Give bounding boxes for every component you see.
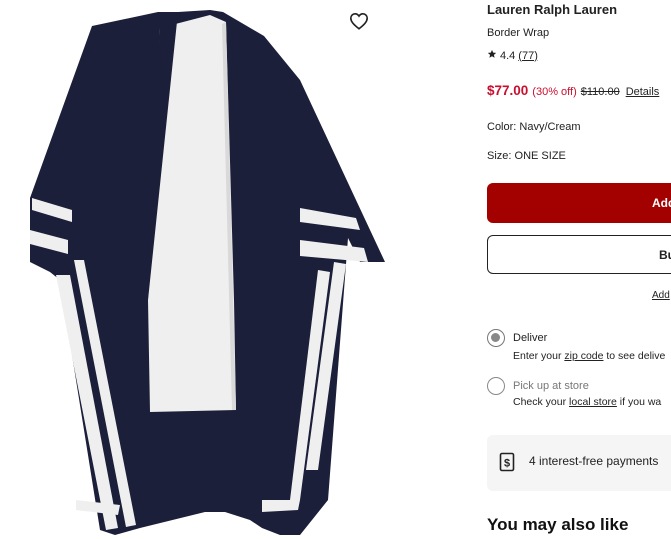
pickup-sub-prefix: Check your bbox=[513, 396, 570, 408]
heart-outline-icon bbox=[349, 12, 369, 30]
size-value: ONE SIZE bbox=[514, 150, 566, 162]
recommendations-heading: You may also like bbox=[487, 515, 629, 534]
size-attribute: Size: ONE SIZE bbox=[487, 150, 566, 162]
sale-price: $77.00 bbox=[487, 83, 529, 98]
add-to-bag-button[interactable]: Add bbox=[487, 183, 671, 223]
deliver-radio[interactable] bbox=[487, 329, 505, 347]
product-image[interactable] bbox=[0, 0, 385, 539]
pickup-sub-suffix: if you wa bbox=[616, 396, 662, 408]
color-value: Navy/Cream bbox=[519, 121, 581, 133]
payments-text: 4 interest-free payments bbox=[529, 454, 659, 468]
zip-code-link[interactable]: zip code bbox=[564, 350, 603, 362]
dollar-card-icon: $ bbox=[499, 452, 515, 477]
payments-banner[interactable]: $ 4 interest-free payments bbox=[487, 435, 671, 491]
original-price: $110.00 bbox=[580, 86, 620, 98]
discount-text: (30% off) bbox=[532, 86, 577, 98]
favorite-button[interactable] bbox=[344, 7, 374, 35]
buy-now-button[interactable]: Bu bbox=[487, 235, 671, 274]
local-store-link[interactable]: local store bbox=[569, 396, 617, 408]
add-to-bag-label: Add bbox=[652, 196, 671, 210]
price-details-link[interactable]: Details bbox=[626, 86, 660, 98]
add-to-list-link[interactable]: Add bbox=[652, 290, 670, 301]
deliver-sub-prefix: Enter your bbox=[513, 350, 565, 362]
product-image-panel bbox=[0, 0, 385, 539]
color-label: Color: bbox=[487, 121, 517, 133]
color-attribute: Color: Navy/Cream bbox=[487, 121, 581, 133]
size-label: Size: bbox=[487, 150, 512, 162]
star-icon bbox=[487, 49, 497, 62]
product-rating[interactable]: 4.4 (77) bbox=[487, 49, 538, 62]
deliver-sub-suffix: to see delive bbox=[603, 350, 666, 362]
pickup-subtext: Check your local store if you wa bbox=[513, 396, 661, 408]
deliver-subtext: Enter your zip code to see delive bbox=[513, 350, 665, 362]
price-row: $77.00 (30% off) $110.00 Details bbox=[487, 83, 659, 98]
deliver-title[interactable]: Deliver bbox=[513, 332, 547, 344]
svg-text:$: $ bbox=[504, 458, 510, 470]
pickup-title[interactable]: Pick up at store bbox=[513, 380, 589, 392]
product-title: Border Wrap bbox=[487, 27, 550, 39]
review-count-link[interactable]: (77) bbox=[518, 50, 538, 62]
pickup-radio[interactable] bbox=[487, 377, 505, 395]
brand-name[interactable]: Lauren Ralph Lauren bbox=[487, 2, 617, 17]
rating-value: 4.4 bbox=[500, 49, 516, 62]
product-info: Lauren Ralph Lauren Border Wrap 4.4 (77)… bbox=[487, 0, 671, 539]
buy-now-label: Bu bbox=[659, 248, 671, 262]
